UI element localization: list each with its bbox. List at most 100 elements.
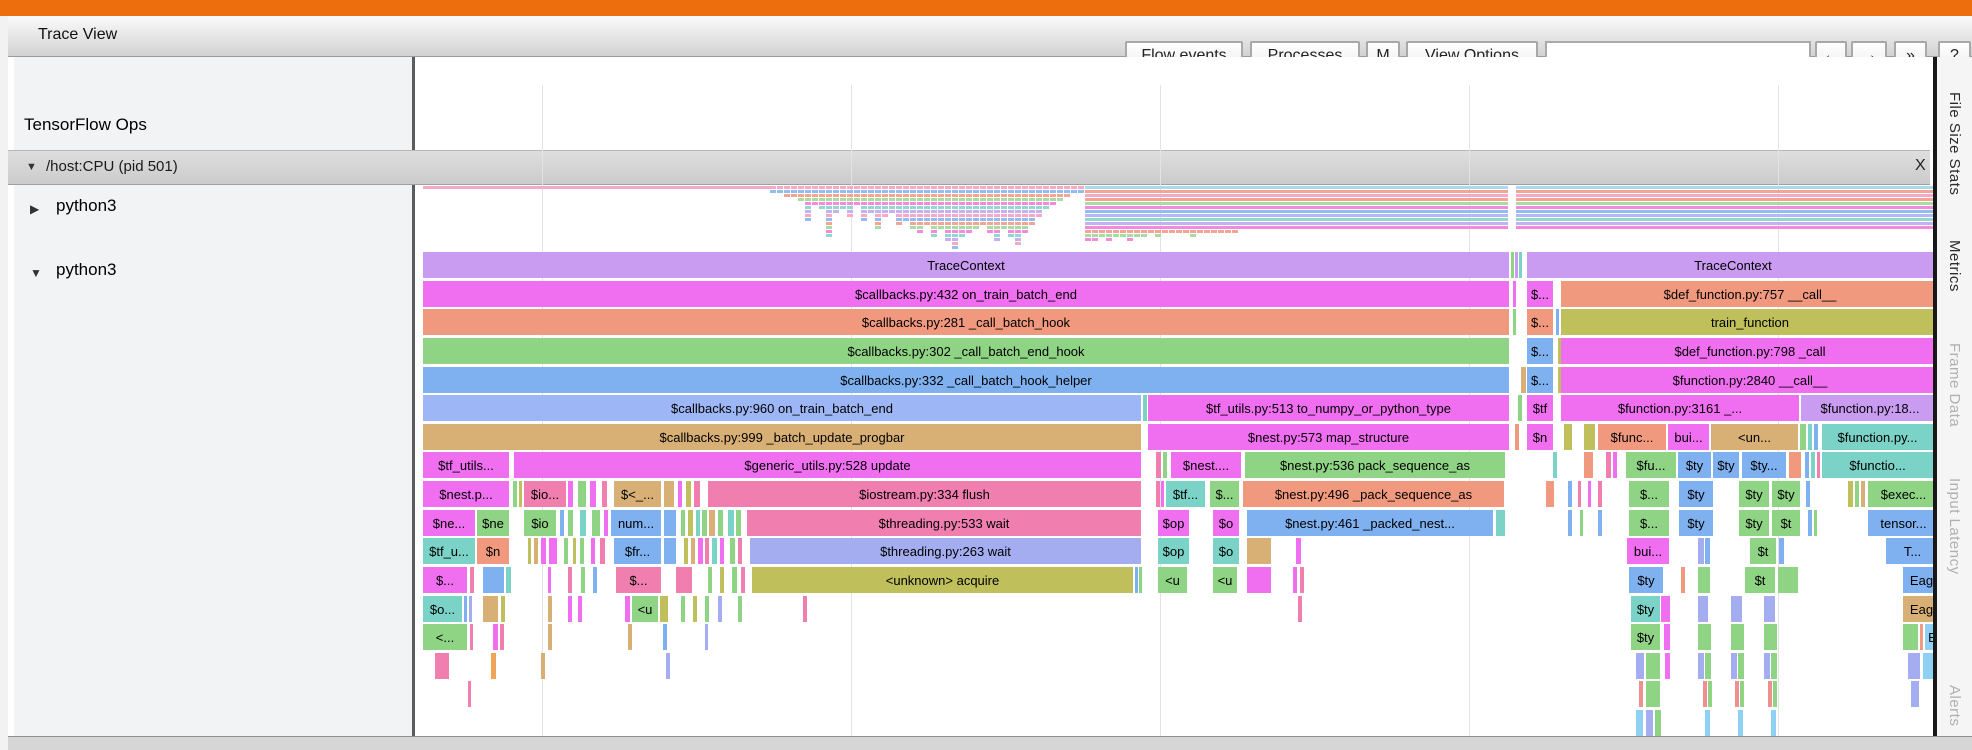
flame-sliver[interactable] — [1848, 481, 1853, 507]
sidebar-tab-alerts[interactable]: Alerts — [1946, 685, 1963, 726]
flame-sliver[interactable] — [660, 596, 668, 622]
flame-sliver[interactable] — [1300, 567, 1304, 593]
flame-sliver[interactable] — [1513, 281, 1516, 307]
flame-sliver[interactable] — [1598, 510, 1602, 536]
flame-sliver[interactable] — [464, 596, 467, 622]
flame-sliver[interactable] — [1811, 452, 1815, 478]
flame-segment[interactable]: $nest.py:496 _pack_sequence_as — [1243, 481, 1504, 507]
flame-sliver[interactable] — [1771, 653, 1777, 679]
flame-sliver[interactable] — [1496, 510, 1505, 536]
flame-sliver[interactable] — [1556, 309, 1559, 335]
flame-sliver[interactable] — [468, 681, 471, 707]
flame-segment[interactable]: <u — [1213, 567, 1237, 593]
flame-segment[interactable]: $ty — [1739, 510, 1769, 536]
flame-sliver[interactable] — [534, 538, 538, 564]
flame-segment[interactable]: $... — [1210, 481, 1239, 507]
flame-segment[interactable]: $ty — [1631, 596, 1660, 622]
flame-sliver[interactable] — [528, 538, 531, 564]
flame-sliver[interactable] — [1735, 681, 1739, 707]
flame-sliver[interactable] — [686, 481, 691, 507]
flame-sliver[interactable] — [513, 481, 517, 507]
flame-sliver[interactable] — [1698, 538, 1704, 564]
flame-sliver[interactable] — [541, 653, 545, 679]
flame-sliver[interactable] — [628, 624, 632, 650]
flame-sliver[interactable] — [1661, 596, 1670, 622]
flame-segment[interactable]: $... — [423, 567, 467, 593]
close-icon[interactable]: X — [1915, 157, 1926, 175]
flame-segment[interactable]: bui... — [1627, 538, 1669, 564]
flame-sliver[interactable] — [688, 510, 693, 536]
flame-sliver[interactable] — [705, 624, 708, 650]
flame-segment[interactable]: $ty — [1772, 481, 1800, 507]
flame-segment[interactable]: $def_function.py:757 __call__ — [1561, 281, 1933, 307]
flame-segment[interactable]: $callbacks.py:281 _call_batch_hook — [423, 309, 1509, 335]
flame-sliver[interactable] — [728, 510, 734, 536]
flame-sliver[interactable] — [705, 538, 709, 564]
flame-sliver[interactable] — [1768, 681, 1772, 707]
flame-sliver[interactable] — [1778, 567, 1798, 593]
flame-sliver[interactable] — [1698, 624, 1711, 650]
flame-sliver[interactable] — [1646, 710, 1653, 736]
flame-sliver[interactable] — [732, 567, 737, 593]
flame-segment[interactable]: $ty — [1679, 481, 1713, 507]
flame-sliver[interactable] — [491, 653, 496, 679]
flame-sliver[interactable] — [568, 481, 573, 507]
flame-sliver[interactable] — [1646, 681, 1660, 707]
flame-segment[interactable]: $ty — [1679, 510, 1713, 536]
sidebar-tab-input-latency[interactable]: Input Latency — [1946, 478, 1963, 575]
flame-sliver[interactable] — [573, 538, 576, 564]
flame-sliver[interactable] — [1613, 452, 1617, 478]
flame-sliver[interactable] — [1773, 681, 1777, 707]
flame-sliver[interactable] — [590, 481, 596, 507]
flame-sliver[interactable] — [1738, 653, 1744, 679]
flame-sliver[interactable] — [1731, 653, 1737, 679]
flame-sliver[interactable] — [1808, 424, 1812, 450]
flame-sliver[interactable] — [1861, 481, 1865, 507]
flame-sliver[interactable] — [1698, 596, 1708, 622]
flame-sliver[interactable] — [1764, 624, 1777, 650]
flame-sliver[interactable] — [1738, 710, 1743, 736]
flame-sliver[interactable] — [663, 624, 667, 650]
flame-sliver[interactable] — [684, 538, 688, 564]
flame-sliver[interactable] — [600, 538, 605, 564]
flame-segment[interactable]: $nest.py:536 pack_sequence_as — [1245, 452, 1505, 478]
flame-sliver[interactable] — [483, 596, 498, 622]
flame-sliver[interactable] — [664, 538, 676, 564]
flame-sliver[interactable] — [1568, 510, 1572, 536]
flame-sliver[interactable] — [693, 596, 697, 622]
flame-sliver[interactable] — [1664, 624, 1670, 650]
sidebar-tab-metrics[interactable]: Metrics — [1946, 240, 1963, 292]
flame-sliver[interactable] — [625, 596, 630, 622]
flame-sliver[interactable] — [1156, 481, 1160, 507]
flame-sliver[interactable] — [578, 481, 586, 507]
flame-sliver[interactable] — [1789, 452, 1801, 478]
flame-segment[interactable]: $o — [1213, 510, 1239, 536]
flame-sliver[interactable] — [1908, 653, 1920, 679]
flame-sliver[interactable] — [708, 567, 712, 593]
flame-segment[interactable]: <... — [423, 624, 467, 650]
flame-sliver[interactable] — [1584, 424, 1595, 450]
sidebar-tab-file-size-stats[interactable]: File Size Stats — [1946, 92, 1963, 195]
flame-segment[interactable]: $n — [1527, 424, 1553, 450]
flame-sliver[interactable] — [678, 481, 682, 507]
flame-segment[interactable]: bui... — [1668, 424, 1709, 450]
flame-sliver[interactable] — [578, 596, 582, 622]
flame-sliver[interactable] — [1298, 596, 1302, 622]
flame-sliver[interactable] — [1705, 538, 1710, 564]
flame-sliver[interactable] — [581, 567, 585, 593]
flame-sliver[interactable] — [718, 596, 722, 622]
flame-sliver[interactable] — [1546, 481, 1554, 507]
flame-sliver[interactable] — [501, 596, 505, 622]
flame-sliver[interactable] — [698, 538, 703, 564]
flame-segment[interactable]: $callbacks.py:302 _call_batch_end_hook — [423, 338, 1509, 364]
flame-segment[interactable]: $... — [616, 567, 661, 593]
flame-sliver[interactable] — [741, 567, 745, 593]
flame-segment[interactable]: $fu... — [1626, 452, 1676, 478]
flame-segment[interactable]: Eag — [1903, 567, 1933, 593]
flame-segment[interactable]: train_function — [1561, 309, 1933, 335]
flame-segment[interactable]: $io... — [524, 481, 566, 507]
flame-sliver[interactable] — [1814, 424, 1818, 450]
flame-sliver[interactable] — [676, 567, 692, 593]
flame-sliver[interactable] — [730, 538, 735, 564]
flame-segment[interactable]: $o... — [423, 596, 462, 622]
